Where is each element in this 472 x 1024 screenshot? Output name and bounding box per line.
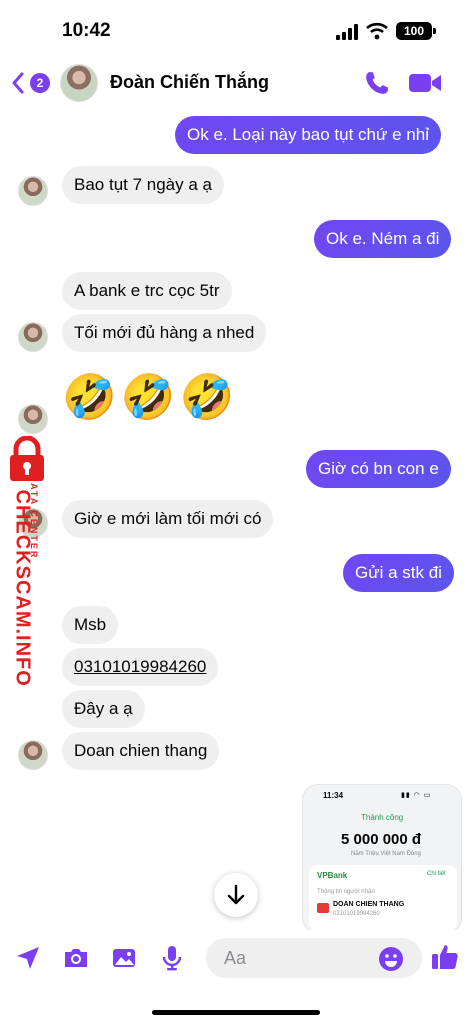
wifi-icon [366,22,388,40]
composer-bar: Aa [0,930,472,1024]
watermark-title: CHECKSCAM.INFO [11,489,34,687]
contact-name[interactable]: Đoàn Chiến Thắng [110,72,269,93]
message-outgoing[interactable]: Ok e. Loại này bao tụt chứ e nhỉ [175,116,441,154]
message-incoming[interactable]: Doan chien thang [62,732,220,770]
transfer-receipt-image[interactable]: 11:34 ▮▮ ◠ ▭ Thành công 5 000 000 đ Năm … [302,784,462,934]
sender-avatar[interactable] [18,176,48,206]
video-call-icon[interactable] [408,70,442,96]
message-emoji[interactable]: 🤣🤣🤣 [62,370,238,426]
message-outgoing[interactable]: Ok e. Ném a đi [314,220,452,258]
receipt-amount: 5 000 000 đ [341,831,422,848]
message-incoming[interactable]: Bao tụt 7 ngày a ạ [62,166,224,204]
home-indicator [152,1010,320,1015]
emoji-icon[interactable] [378,946,404,972]
receipt-status-icons: ▮▮ ◠ ▭ [401,792,432,799]
receipt-status: Thành công [361,813,404,822]
message-outgoing[interactable]: Gửi a stk đi [343,554,454,592]
microphone-icon[interactable] [158,944,186,972]
chat-header: 2 Đoàn Chiến Thắng [0,56,472,110]
receipt-card: VPBank Chi tiết Thông tin người nhận DOA… [309,865,457,931]
photo-gallery-icon[interactable] [110,944,138,972]
receipt-bank: VPBank [317,871,348,880]
cellular-signal-icon [336,24,358,40]
receipt-recipient-account: 03101019984260 [333,911,380,917]
sender-avatar[interactable] [18,322,48,352]
message-incoming[interactable]: A bank e trc cọc 5tr [62,272,232,310]
chevron-left-icon [12,72,24,94]
receipt-time: 11:34 [323,791,344,800]
scroll-to-bottom-button[interactable] [214,873,258,917]
message-incoming[interactable]: Msb [62,606,119,644]
message-input[interactable]: Aa [206,938,422,978]
status-bar: 10:42 100 [0,0,472,56]
unread-badge: 2 [30,73,50,93]
camera-icon[interactable] [62,944,90,972]
message-input-placeholder: Aa [224,948,247,968]
message-outgoing[interactable]: Giờ có bn con e [306,450,451,488]
battery-icon: 100 [396,22,432,40]
contact-avatar[interactable] [60,64,98,102]
status-time: 10:42 [62,20,111,41]
arrow-down-icon [227,884,245,905]
receipt-amount-words: Năm Triệu Việt Nam Đồng [351,851,421,857]
phone-call-icon[interactable] [364,70,390,96]
back-button[interactable]: 2 [10,68,50,98]
message-incoming[interactable]: Giờ e mới làm tối mới có [62,500,274,538]
receipt-recipient-name: DOAN CHIEN THANG [333,901,405,908]
message-incoming[interactable]: Đây a ạ [62,690,145,728]
receipt-recipient-label: Thông tin người nhận [317,889,375,895]
bank-logo-icon [317,903,329,913]
message-account-number[interactable]: 03101019984260 [62,648,219,686]
receipt-detail-link: Chi tiết [427,871,446,877]
message-incoming[interactable]: Tối mới đủ hàng a nhed [62,314,267,352]
like-thumbs-up-icon[interactable] [430,942,460,972]
sender-avatar[interactable] [18,404,48,434]
battery-tip [433,28,436,34]
sender-avatar[interactable] [18,740,48,770]
battery-level: 100 [403,24,425,38]
lock-icon [10,436,44,481]
watermark: DATA CENTER CHECKSCAM.INFO [2,436,50,687]
location-arrow-icon[interactable] [14,944,42,972]
